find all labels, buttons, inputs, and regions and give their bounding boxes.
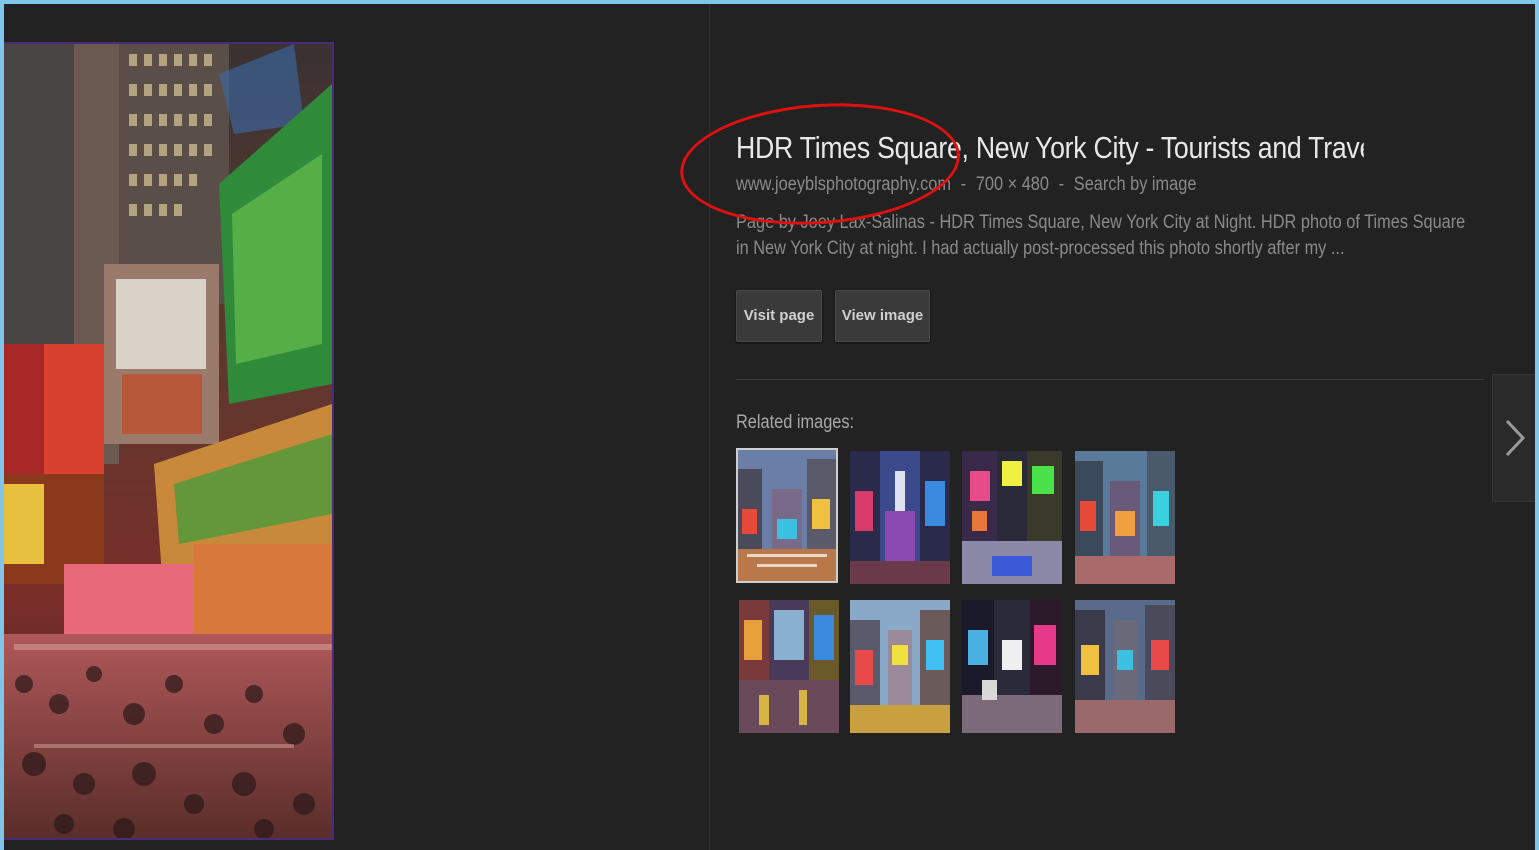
thumbnail-art (739, 600, 839, 733)
image-dimensions: 700 × 480 (975, 174, 1049, 195)
related-image-thumbnail[interactable] (1075, 600, 1175, 733)
view-image-button[interactable]: View image (835, 290, 930, 342)
search-by-image-link[interactable]: Search by image (1074, 174, 1197, 195)
thumbnail-art (1075, 451, 1175, 584)
thumbnail-art (962, 451, 1062, 584)
related-image-thumbnail[interactable] (739, 600, 839, 733)
related-image-thumbnail[interactable] (1075, 451, 1175, 584)
thumbnail-art (962, 600, 1062, 733)
related-images-label: Related images: (736, 412, 855, 433)
preview-image[interactable] (4, 42, 334, 840)
visit-page-button[interactable]: Visit page (736, 290, 822, 342)
thumbnail-art (850, 600, 950, 733)
image-detail-panel: HDR Times Square, New York City - Touris… (4, 4, 1535, 850)
related-image-thumbnail[interactable] (850, 600, 950, 733)
thumbnail-art (737, 449, 837, 582)
related-image-thumbnail[interactable] (850, 451, 950, 584)
panel-divider (709, 4, 710, 850)
thumbnail-art (850, 451, 950, 584)
section-divider (736, 379, 1484, 380)
related-image-thumbnail[interactable] (962, 600, 1062, 733)
thumbnail-art (1075, 600, 1175, 733)
meta-separator: - (1058, 174, 1065, 195)
preview-image-art (4, 44, 332, 838)
next-result-button[interactable] (1492, 374, 1535, 502)
meta-separator: - (960, 174, 967, 195)
chevron-right-icon (1505, 419, 1526, 457)
related-image-thumbnail[interactable] (736, 448, 838, 583)
related-image-thumbnail[interactable] (962, 451, 1062, 584)
